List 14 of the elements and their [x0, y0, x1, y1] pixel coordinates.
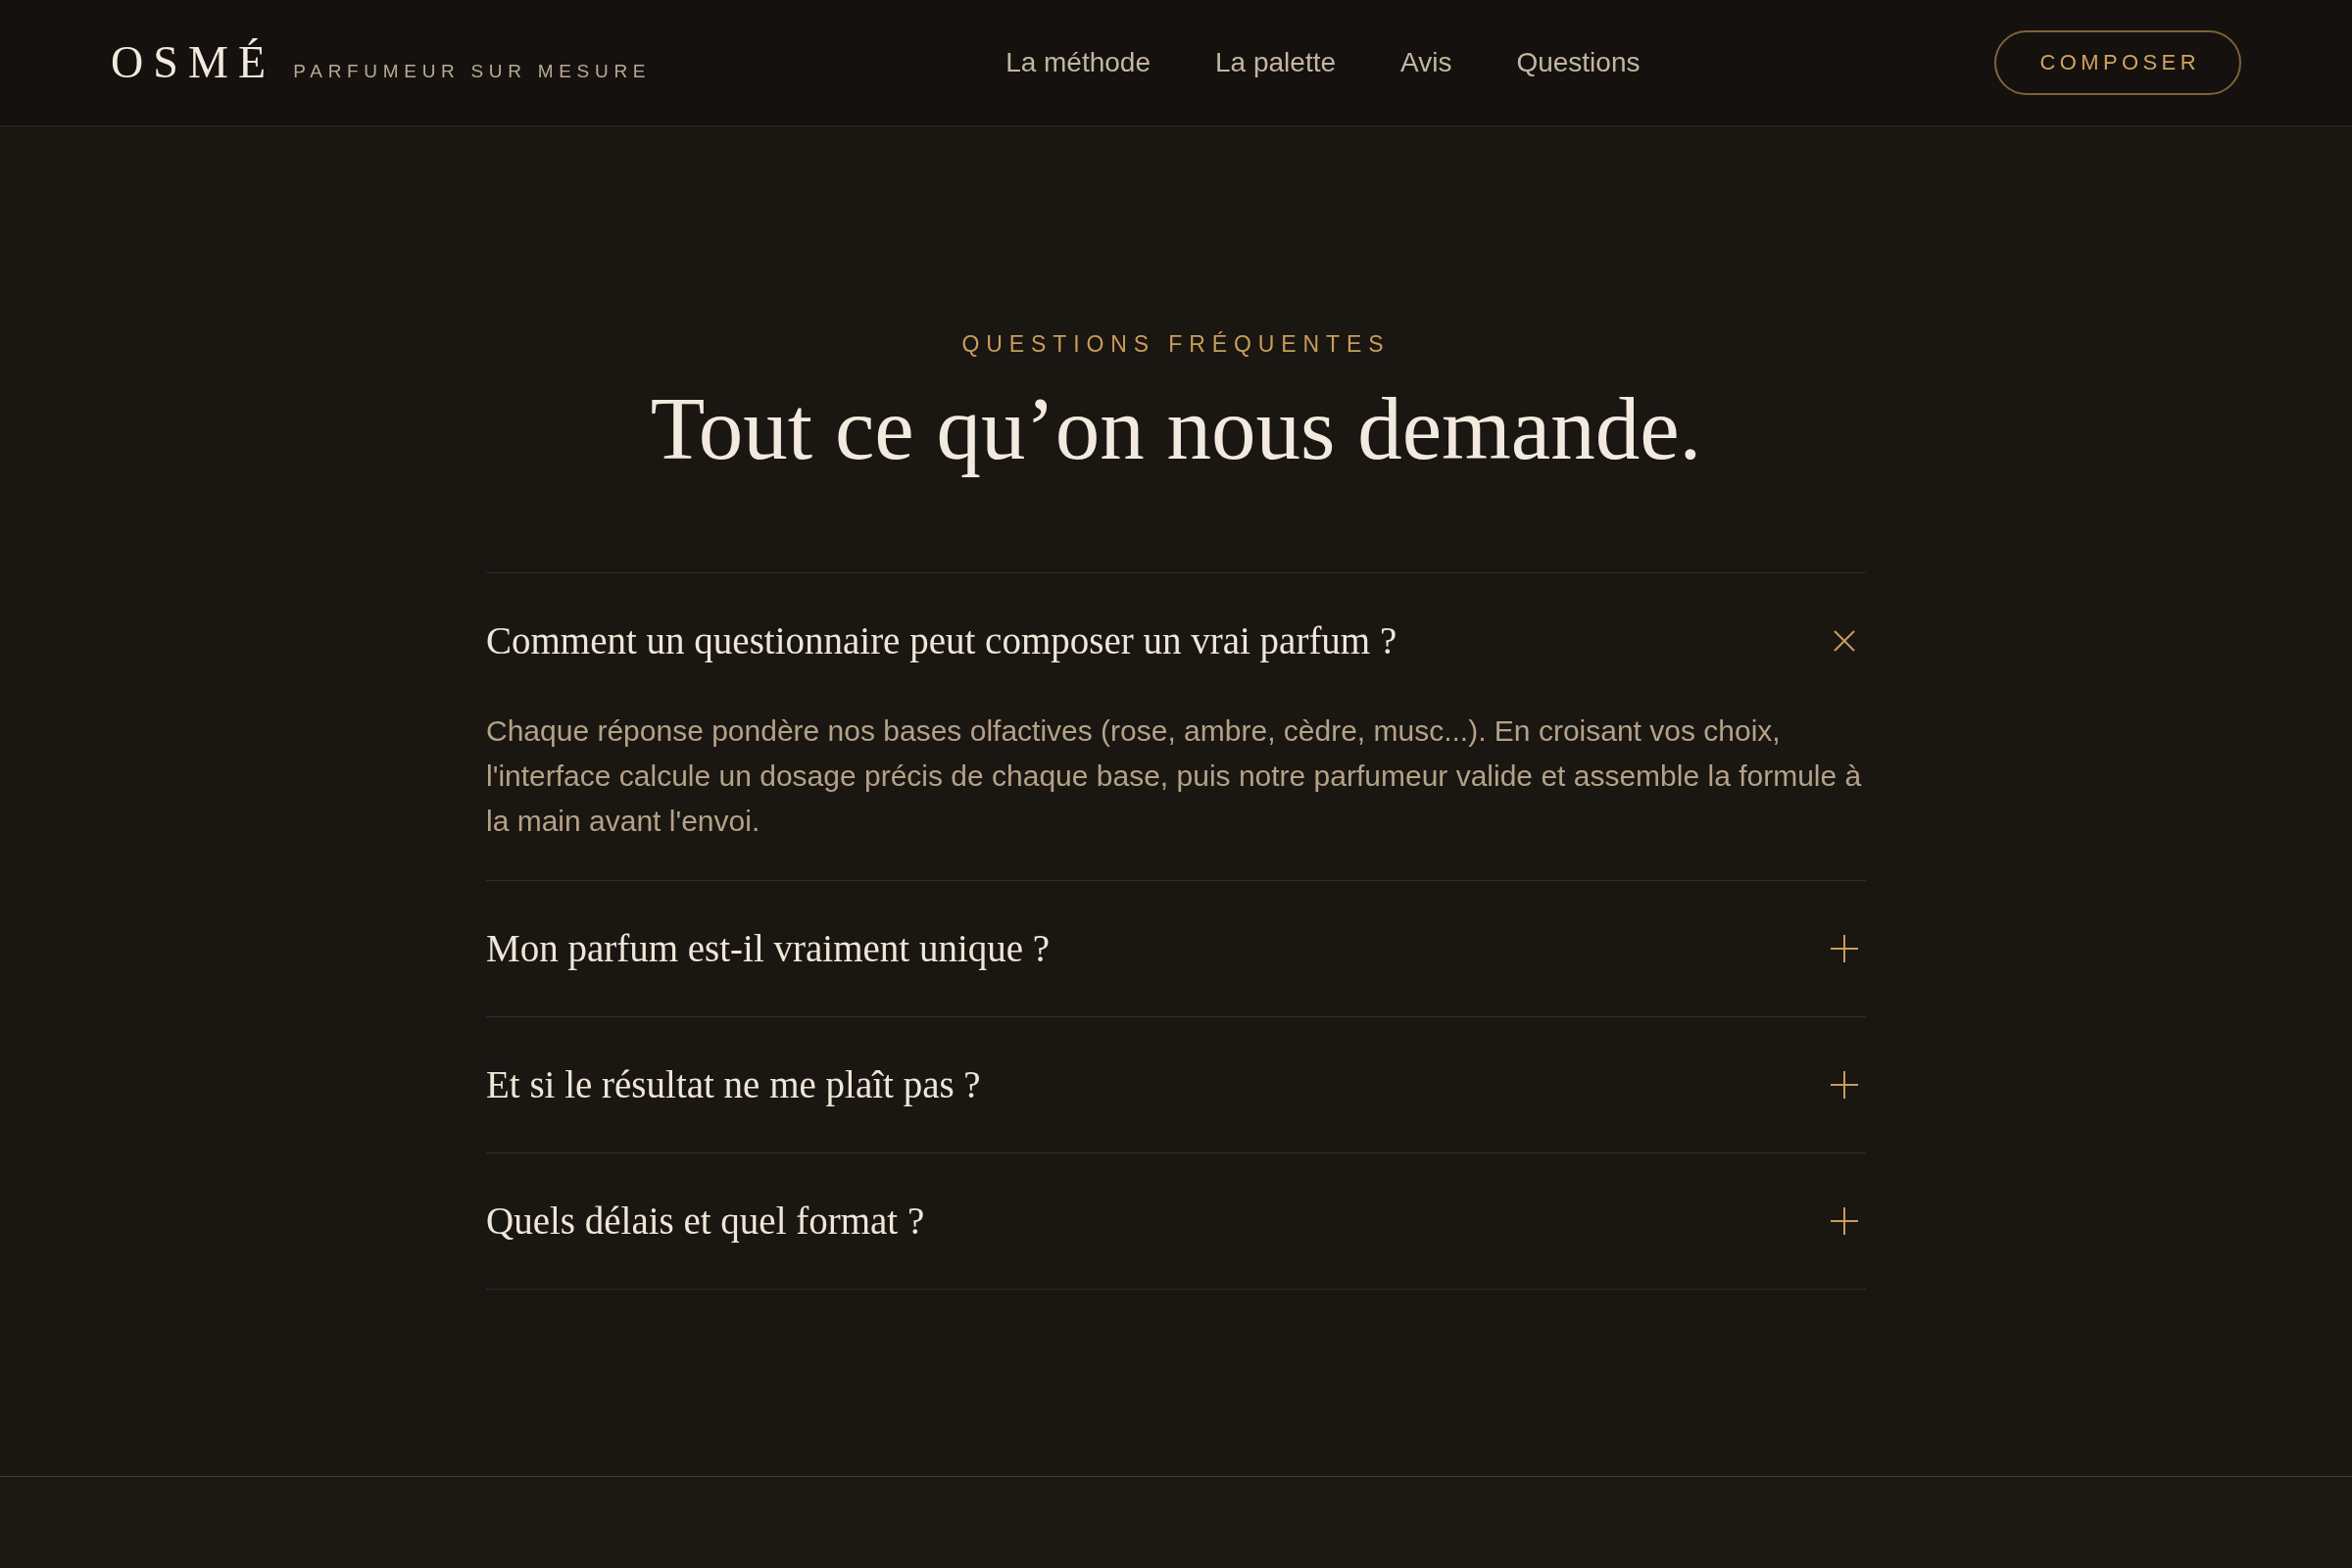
- nav-link[interactable]: Avis: [1400, 47, 1452, 78]
- section-eyebrow: QUESTIONS FRÉQUENTES: [961, 330, 1391, 359]
- section-title: Tout ce qu’on nous demande.: [650, 380, 1702, 478]
- faq-question[interactable]: Comment un questionnaire peut composer un vrai parfum ?: [486, 573, 1866, 709]
- faq-answer: Chaque réponse pondère nos bases olfactives (rose, ambre, cèdre, musc...). En croisant vos choix, l'interface calcule un dosage précis de chaque base, puis notre parfumeur valide et assemble la formule à la main avant l'envoi.: [486, 713, 1863, 839]
- faq-question[interactable]: Et si le résultat ne me plaît pas ?: [486, 1017, 1866, 1152]
- tagline: PARFUMEUR SUR MESURE: [293, 61, 652, 82]
- compose-button[interactable]: COMPOSER: [1994, 30, 2241, 95]
- nav-link[interactable]: La palette: [1215, 47, 1336, 78]
- nav-link[interactable]: Questions: [1516, 47, 1641, 78]
- faq-question[interactable]: Quels délais et quel format ?: [486, 1153, 1866, 1289]
- logo[interactable]: OSMÉ: [111, 40, 276, 85]
- nav-link[interactable]: La méthode: [1005, 47, 1151, 78]
- faq-question[interactable]: Mon parfum est-il vraiment unique ?: [486, 881, 1866, 1016]
